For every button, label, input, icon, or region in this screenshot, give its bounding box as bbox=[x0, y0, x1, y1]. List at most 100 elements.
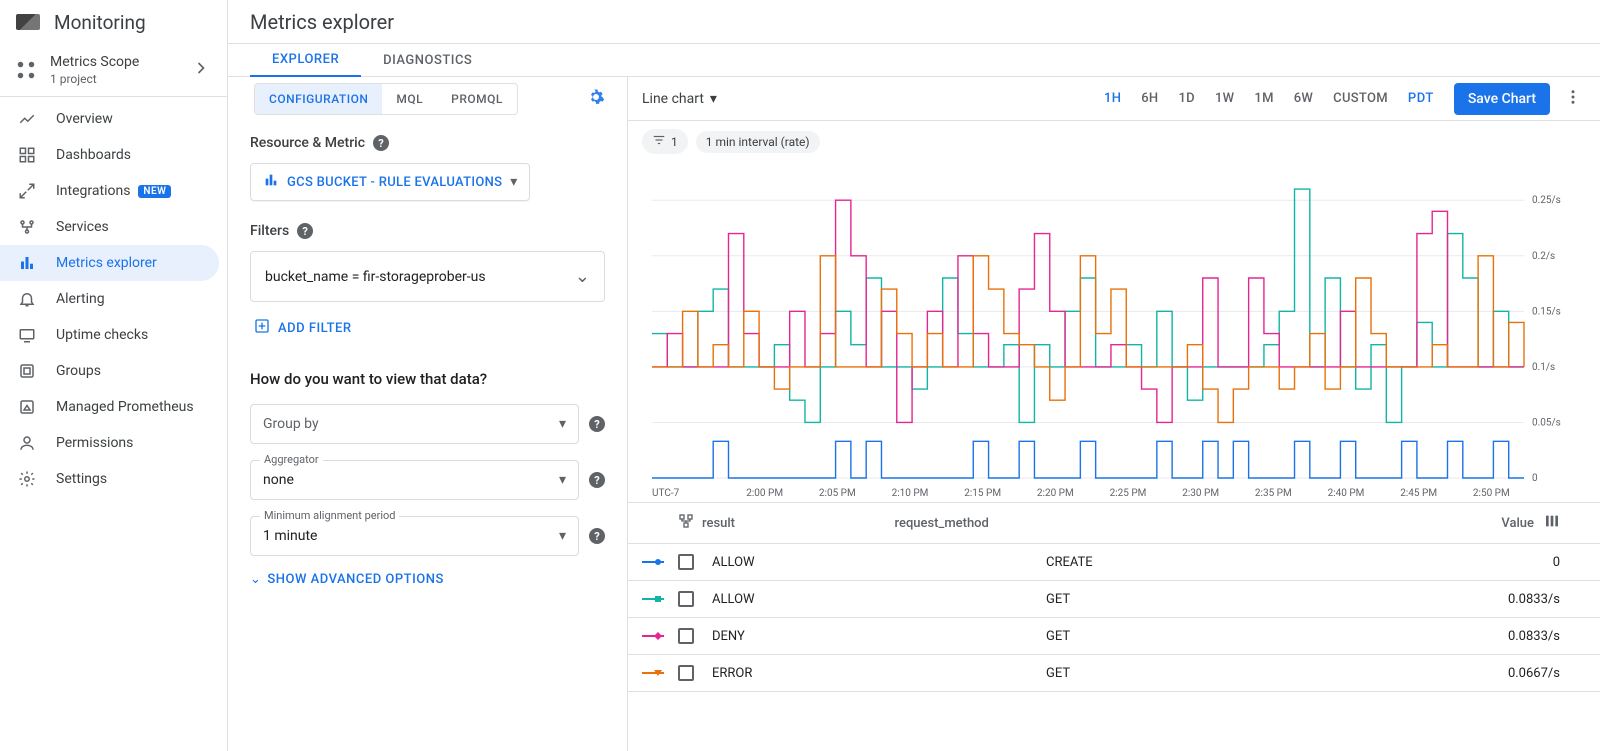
sidebar: Monitoring Metrics Scope 1 project Overv… bbox=[0, 0, 228, 751]
sidebar-item-uptime-checks[interactable]: Uptime checks bbox=[0, 317, 227, 353]
legend-row[interactable]: ALLOW GET 0.0833/s bbox=[628, 581, 1600, 618]
group-by-select[interactable]: Group by ▾ bbox=[250, 404, 579, 444]
legend-row[interactable]: ALLOW CREATE 0 bbox=[628, 544, 1600, 581]
series-marker bbox=[642, 555, 664, 569]
help-icon[interactable]: ? bbox=[373, 135, 389, 151]
series-marker bbox=[642, 666, 664, 680]
svg-text:2:45 PM: 2:45 PM bbox=[1400, 488, 1437, 499]
timezone-button[interactable]: PDT bbox=[1408, 91, 1434, 106]
help-icon[interactable]: ? bbox=[589, 416, 605, 432]
alerting-icon bbox=[16, 288, 38, 310]
columns-icon[interactable] bbox=[1544, 513, 1560, 533]
tab-explorer[interactable]: EXPLORER bbox=[250, 44, 361, 77]
prometheus-icon bbox=[16, 396, 38, 418]
alignment-period-select[interactable]: 1 minute ▾ bbox=[250, 516, 579, 556]
legend-row[interactable]: DENY GET 0.0833/s bbox=[628, 618, 1600, 655]
legend-value: 0.0833/s bbox=[1480, 592, 1560, 607]
subtab-promql[interactable]: PROMQL bbox=[437, 84, 517, 114]
col-value-header[interactable]: Value bbox=[1474, 516, 1534, 531]
filter-count-chip[interactable]: 1 bbox=[642, 129, 688, 154]
gear-icon[interactable] bbox=[587, 88, 605, 110]
sidebar-item-permissions[interactable]: Permissions bbox=[0, 425, 227, 461]
svg-text:0.15/s: 0.15/s bbox=[1532, 306, 1561, 317]
aggregator-select[interactable]: none ▾ bbox=[250, 460, 579, 500]
sidebar-item-label: Overview bbox=[56, 111, 113, 127]
svg-text:2:00 PM: 2:00 PM bbox=[746, 488, 783, 499]
range-1m[interactable]: 1M bbox=[1254, 91, 1273, 106]
svg-text:UTC-7: UTC-7 bbox=[652, 488, 680, 499]
chevron-right-icon bbox=[191, 58, 211, 82]
legend-result: ALLOW bbox=[712, 592, 1032, 607]
help-icon[interactable]: ? bbox=[297, 223, 313, 239]
legend-result: ERROR bbox=[712, 666, 1032, 681]
range-custom[interactable]: CUSTOM bbox=[1333, 91, 1388, 106]
legend-request: GET bbox=[1046, 629, 1466, 644]
line-chart[interactable]: 0.25/s0.2/s0.15/s0.1/s0.05/s0UTC-72:00 P… bbox=[642, 172, 1580, 502]
sidebar-item-label: Integrations bbox=[56, 183, 130, 199]
sidebar-item-metrics-explorer[interactable]: Metrics explorer bbox=[0, 245, 219, 281]
svg-text:2:25 PM: 2:25 PM bbox=[1110, 488, 1147, 499]
range-6h[interactable]: 6H bbox=[1141, 91, 1158, 106]
tab-diagnostics[interactable]: DIAGNOSTICS bbox=[361, 44, 494, 77]
sidebar-item-label: Permissions bbox=[56, 435, 133, 451]
sidebar-item-label: Services bbox=[56, 219, 109, 235]
filter-entry[interactable]: bucket_name = fir-storageprober-us ⌄ bbox=[250, 251, 605, 302]
legend-checkbox[interactable] bbox=[678, 591, 694, 607]
svg-text:0: 0 bbox=[1532, 473, 1538, 484]
time-range-group: 1H 6H 1D 1W 1M 6W CUSTOM bbox=[1104, 91, 1388, 106]
metrics-scope-selector[interactable]: Metrics Scope 1 project bbox=[0, 44, 227, 97]
sidebar-nav: Overview DashboardsIntegrationsNEW Service… bbox=[0, 97, 227, 497]
dashboards-icon bbox=[16, 144, 38, 166]
metrics-icon bbox=[16, 252, 38, 274]
col-request-header[interactable]: request_method bbox=[895, 516, 1315, 531]
subtab-mql[interactable]: MQL bbox=[382, 84, 437, 114]
legend-table: result request_method Value ALLOW CREATE… bbox=[628, 502, 1600, 692]
help-icon[interactable]: ? bbox=[589, 528, 605, 544]
legend-checkbox[interactable] bbox=[678, 554, 694, 570]
sidebar-item-services[interactable]: Services bbox=[0, 209, 227, 245]
uptime-icon bbox=[16, 324, 38, 346]
range-1h[interactable]: 1H bbox=[1104, 91, 1121, 106]
scope-title: Metrics Scope bbox=[50, 54, 139, 70]
sidebar-item-dashboards[interactable]: Dashboards bbox=[0, 137, 227, 173]
scope-icon bbox=[12, 56, 40, 84]
col-result-header[interactable]: result bbox=[678, 513, 735, 533]
dropdown-icon: ▾ bbox=[710, 91, 717, 107]
sidebar-item-overview[interactable]: Overview bbox=[0, 101, 227, 137]
range-1d[interactable]: 1D bbox=[1178, 91, 1194, 106]
sidebar-item-groups[interactable]: Groups bbox=[0, 353, 227, 389]
add-filter-button[interactable]: ADD FILTER bbox=[250, 314, 605, 342]
chart-toolbar: Line chart ▾ 1H 6H 1D 1W 1M 6W CUSTOM PDT Save… bbox=[628, 77, 1600, 121]
legend-checkbox[interactable] bbox=[678, 665, 694, 681]
save-chart-button[interactable]: Save Chart bbox=[1454, 83, 1550, 115]
config-subtabs: CONFIGURATIONMQLPROMQL bbox=[254, 83, 518, 115]
sidebar-item-integrations[interactable]: IntegrationsNEW bbox=[0, 173, 227, 209]
help-icon[interactable]: ? bbox=[589, 472, 605, 488]
filters-label: Filters bbox=[250, 223, 289, 239]
main-tabs: EXPLORERDIAGNOSTICS bbox=[228, 44, 1600, 77]
svg-text:2:50 PM: 2:50 PM bbox=[1473, 488, 1510, 499]
range-1w[interactable]: 1W bbox=[1215, 91, 1234, 106]
more-menu-icon[interactable] bbox=[1560, 84, 1586, 114]
groups-icon bbox=[16, 360, 38, 382]
metric-selector[interactable]: GCS BUCKET - RULE EVALUATIONS ▾ bbox=[250, 163, 530, 201]
range-6w[interactable]: 6W bbox=[1294, 91, 1313, 106]
svg-text:2:10 PM: 2:10 PM bbox=[892, 488, 929, 499]
interval-chip[interactable]: 1 min interval (rate) bbox=[696, 131, 820, 153]
svg-text:2:05 PM: 2:05 PM bbox=[819, 488, 856, 499]
subtab-configuration[interactable]: CONFIGURATION bbox=[255, 84, 382, 114]
chart-type-selector[interactable]: Line chart ▾ bbox=[642, 91, 717, 107]
legend-checkbox[interactable] bbox=[678, 628, 694, 644]
show-advanced-button[interactable]: ⌄ SHOW ADVANCED OPTIONS bbox=[250, 572, 605, 587]
sidebar-item-managed-prometheus[interactable]: Managed Prometheus bbox=[0, 389, 227, 425]
dropdown-icon: ▾ bbox=[510, 174, 517, 190]
resource-metric-label: Resource & Metric bbox=[250, 135, 365, 151]
sidebar-item-settings[interactable]: Settings bbox=[0, 461, 227, 497]
legend-value: 0 bbox=[1480, 555, 1560, 570]
legend-row[interactable]: ERROR GET 0.0667/s bbox=[628, 655, 1600, 692]
sidebar-item-alerting[interactable]: Alerting bbox=[0, 281, 227, 317]
permissions-icon bbox=[16, 432, 38, 454]
alignment-label: Minimum alignment period bbox=[260, 509, 399, 522]
integrations-icon bbox=[16, 180, 38, 202]
monitoring-logo-icon bbox=[16, 14, 40, 30]
